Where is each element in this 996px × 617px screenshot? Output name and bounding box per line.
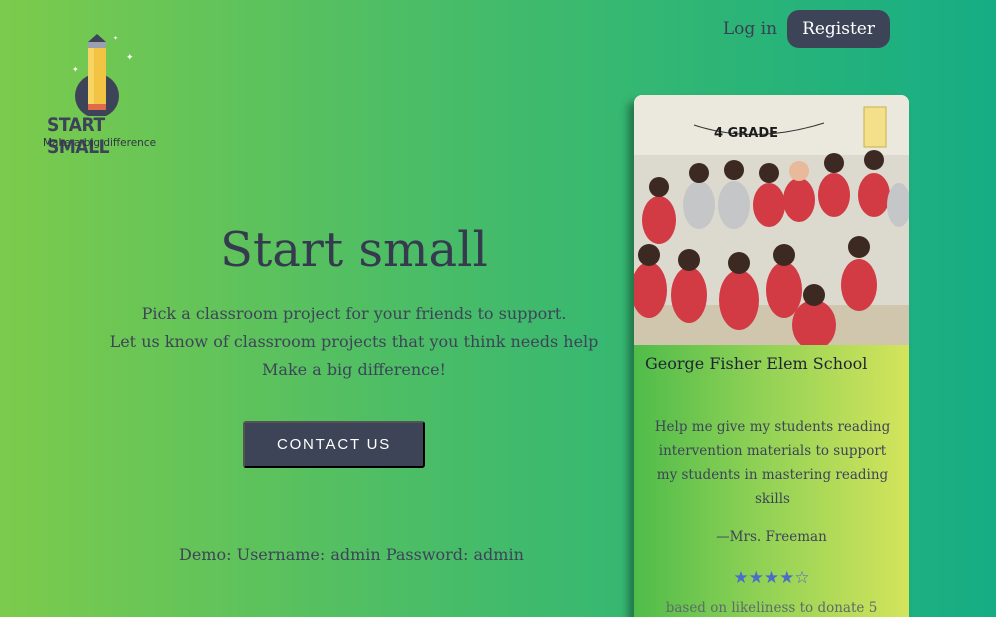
page-title: Start small <box>220 222 488 278</box>
hero-section: Start small Pick a classroom project for… <box>104 222 604 384</box>
quote-author: —Mrs. Freeman <box>716 529 827 545</box>
hero-line-1: Pick a classroom project for your friend… <box>141 304 567 323</box>
brand-title: START SMALL <box>47 114 110 158</box>
svg-text:4 GRADE: 4 GRADE <box>714 126 778 141</box>
register-button[interactable]: Register <box>787 10 890 48</box>
project-card[interactable]: 4 GRADE George Fisher Elem School Help m… <box>634 95 909 617</box>
brand-logo[interactable]: ✦ ✦ ✦ START SMALL Make a big difference <box>40 34 160 158</box>
brand-tagline: Make a big difference <box>43 137 157 149</box>
star-filled-icon: ★ <box>779 568 795 588</box>
hero-line-3: Make a big difference! <box>262 360 446 379</box>
grade-banner: 4 GRADE <box>714 126 778 141</box>
pencil-rocket-icon: ✦ ✦ ✦ <box>72 34 134 116</box>
rating-stars: ★★★★☆ <box>634 568 909 588</box>
demo-credentials: Demo: Username: admin Password: admin <box>179 545 524 564</box>
svg-text:✦: ✦ <box>126 53 134 63</box>
school-name: George Fisher Elem School <box>645 354 868 373</box>
project-quote: Help me give my students reading interve… <box>654 419 891 507</box>
login-link[interactable]: Log in <box>723 19 777 39</box>
svg-text:✦: ✦ <box>113 35 118 42</box>
classroom-photo: 4 GRADE <box>634 95 909 345</box>
star-filled-icon: ★ <box>733 568 749 588</box>
svg-text:✦: ✦ <box>72 65 79 74</box>
hero-line-2: Let us know of classroom projects that y… <box>109 332 599 351</box>
star-filled-icon: ★ <box>748 568 764 588</box>
top-nav: Log in Register <box>723 10 890 48</box>
star-filled-icon: ★ <box>763 568 780 588</box>
star-empty-icon: ☆ <box>794 568 810 588</box>
contact-us-button[interactable]: CONTACT US <box>243 421 425 468</box>
rating-note: based on likeliness to donate 5 <box>665 600 878 616</box>
